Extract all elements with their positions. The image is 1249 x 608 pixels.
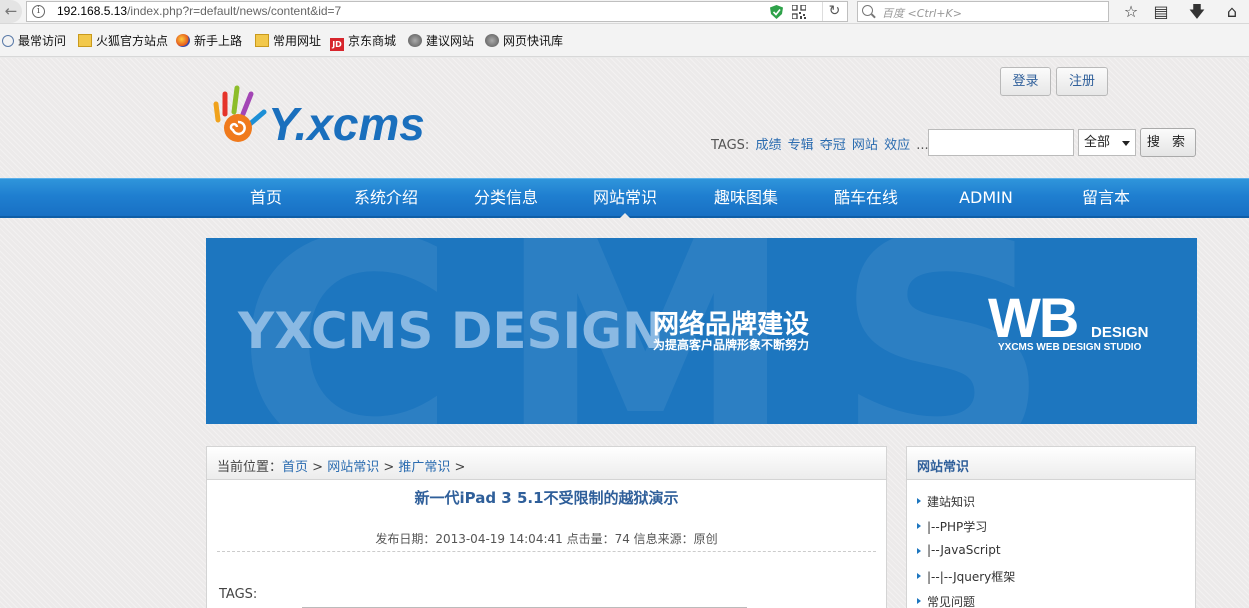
main-nav: 首页 系统介绍 分类信息 网站常识 趣味图集 酷车在线 ADMIN 留言本 <box>0 178 1249 219</box>
sidebar-list: 建站知识 |--PHP学习 |--JavaScript |--|--Jquery… <box>917 493 1015 608</box>
bookmark-common-sites[interactable]: 常用网址 <box>255 33 321 49</box>
banner-cn-title: 网络品牌建设 <box>653 309 809 340</box>
globe-icon <box>408 34 422 47</box>
nav-item-guestbook[interactable]: 留言本 <box>1046 179 1166 217</box>
reload-icon[interactable]: ↻ <box>822 2 846 21</box>
back-button[interactable]: ← <box>0 0 22 23</box>
article-title: 新一代iPad 3 5.1不受限制的越狱演示 <box>414 489 679 507</box>
nav-item-about[interactable]: 系统介绍 <box>326 179 446 217</box>
banner-main-text: YXCMS DESIGN <box>237 302 664 360</box>
login-button[interactable]: 登录 <box>1000 67 1051 96</box>
article-divider <box>217 551 876 552</box>
hand-icon <box>213 85 267 142</box>
qr-code-icon[interactable] <box>792 5 806 19</box>
breadcrumb: 当前位置：首页 > 网站常识 > 推广常识 > <box>217 460 466 475</box>
reading-list-icon[interactable]: ▤ <box>1147 0 1175 23</box>
firefox-icon <box>176 34 190 47</box>
chevron-down-icon <box>1122 141 1130 146</box>
breadcrumb-home[interactable]: 首页 <box>282 460 308 475</box>
sidebar-panel: 网站常识 建站知识 |--PHP学习 |--JavaScript |--|--J… <box>906 446 1196 608</box>
sidebar-panel-header: 网站常识 <box>907 447 1195 480</box>
banner-studio-text: YXCMS WEB DESIGN STUDIO <box>998 342 1142 353</box>
folder-icon <box>78 34 92 47</box>
search-scope-select[interactable]: 全部 <box>1078 129 1136 156</box>
info-icon[interactable]: i <box>32 5 45 18</box>
tag-link[interactable]: 网站 <box>852 138 878 153</box>
banner-wb-text: WB <box>988 286 1077 349</box>
article-meta: 发布日期：2013-04-19 14:04:41 点击量：74 信息来源：原创 <box>375 532 718 546</box>
bookmark-most-visited[interactable]: 最常访问 <box>2 33 66 49</box>
tags-label: TAGS: <box>711 138 750 153</box>
tag-more-link[interactable]: ... <box>916 138 928 153</box>
breadcrumb-prefix: 当前位置： <box>217 460 283 475</box>
tag-link[interactable]: 专辑 <box>788 138 814 153</box>
search-icon <box>862 5 873 16</box>
jd-icon: JD <box>330 38 344 51</box>
scope-selected-value: 全部 <box>1084 135 1111 150</box>
nav-item-home[interactable]: 首页 <box>206 179 326 217</box>
shield-icon[interactable] <box>770 5 783 19</box>
article-tags-label: TAGS: <box>219 587 258 602</box>
site-search-input[interactable] <box>928 129 1074 156</box>
sidebar-item-php[interactable]: |--PHP学习 <box>917 518 1015 543</box>
banner-design-text: DESIGN <box>1091 324 1149 341</box>
sidebar-item-jquery[interactable]: |--|--Jquery框架 <box>917 568 1015 593</box>
browser-search-input[interactable]: 百度 <Ctrl+K> <box>857 1 1109 22</box>
tag-link[interactable]: 夺冠 <box>820 138 846 153</box>
bookmark-suggested-sites[interactable]: 建议网站 <box>408 33 474 49</box>
register-button[interactable]: 注册 <box>1056 67 1108 96</box>
globe-icon <box>485 34 499 47</box>
article-panel: 当前位置：首页 > 网站常识 > 推广常识 > 新一代iPad 3 5.1不受限… <box>206 446 887 608</box>
header-tags: TAGS: 成绩 专辑 夺冠 网站 效应 ... <box>711 134 929 153</box>
sidebar-item-javascript[interactable]: |--JavaScript <box>917 543 1015 568</box>
nav-item-classifieds[interactable]: 分类信息 <box>446 179 566 217</box>
folder-icon <box>255 34 269 47</box>
page-content: Y.xcms 登录 注册 TAGS: 成绩 专辑 夺冠 网站 效应 ... 全部… <box>0 58 1249 608</box>
download-icon[interactable]: 🡇 <box>1183 0 1211 23</box>
url-text: 192.168.5.13/index.php?r=default/news/co… <box>57 4 342 18</box>
address-bar[interactable]: i 192.168.5.13/index.php?r=default/news/… <box>26 1 848 22</box>
bookmark-firefox-site[interactable]: 火狐官方站点 <box>78 33 168 49</box>
banner-cn-subtitle: 为提高客户品牌形象不断努力 <box>653 337 809 352</box>
tag-link[interactable]: 效应 <box>884 138 910 153</box>
hero-banner: CMS YXCMS DESIGN 网络品牌建设 为提高客户品牌形象不断努力 WB… <box>206 238 1197 424</box>
site-logo[interactable]: Y.xcms <box>208 82 463 152</box>
home-icon[interactable]: ⌂ <box>1218 0 1246 23</box>
nav-item-gallery[interactable]: 趣味图集 <box>686 179 806 217</box>
nav-item-web-knowledge[interactable]: 网站常识 <box>565 179 685 219</box>
article-panel-header: 当前位置：首页 > 网站常识 > 推广常识 > <box>207 447 886 480</box>
site-search-button[interactable]: 搜 索 <box>1140 128 1196 157</box>
breadcrumb-subcategory[interactable]: 推广常识 <box>398 460 450 475</box>
nav-item-admin[interactable]: ADMIN <box>926 179 1046 217</box>
nav-item-cars[interactable]: 酷车在线 <box>806 179 926 217</box>
bookmark-jd[interactable]: JD 京东商城 <box>330 33 396 51</box>
browser-toolbar: ← i 192.168.5.13/index.php?r=default/new… <box>0 0 1249 24</box>
logo-text: Y.xcms <box>268 98 425 150</box>
gear-icon <box>2 35 14 47</box>
bookmark-web-slices[interactable]: 网页快讯库 <box>485 33 563 49</box>
bookmark-star-icon[interactable]: ☆ <box>1117 0 1145 23</box>
breadcrumb-category[interactable]: 网站常识 <box>327 460 379 475</box>
tag-link[interactable]: 成绩 <box>755 138 781 153</box>
sidebar-item-faq[interactable]: 常见问题 <box>917 593 1015 608</box>
bookmark-getting-started[interactable]: 新手上路 <box>176 33 242 49</box>
sidebar-item-site-building[interactable]: 建站知识 <box>917 493 1015 518</box>
sidebar-title: 网站常识 <box>917 460 970 475</box>
browser-search-placeholder: 百度 <Ctrl+K> <box>882 7 962 20</box>
bookmarks-toolbar: 最常访问 火狐官方站点 新手上路 常用网址 JD 京东商城 建议网站 网页快讯库 <box>0 24 1249 57</box>
